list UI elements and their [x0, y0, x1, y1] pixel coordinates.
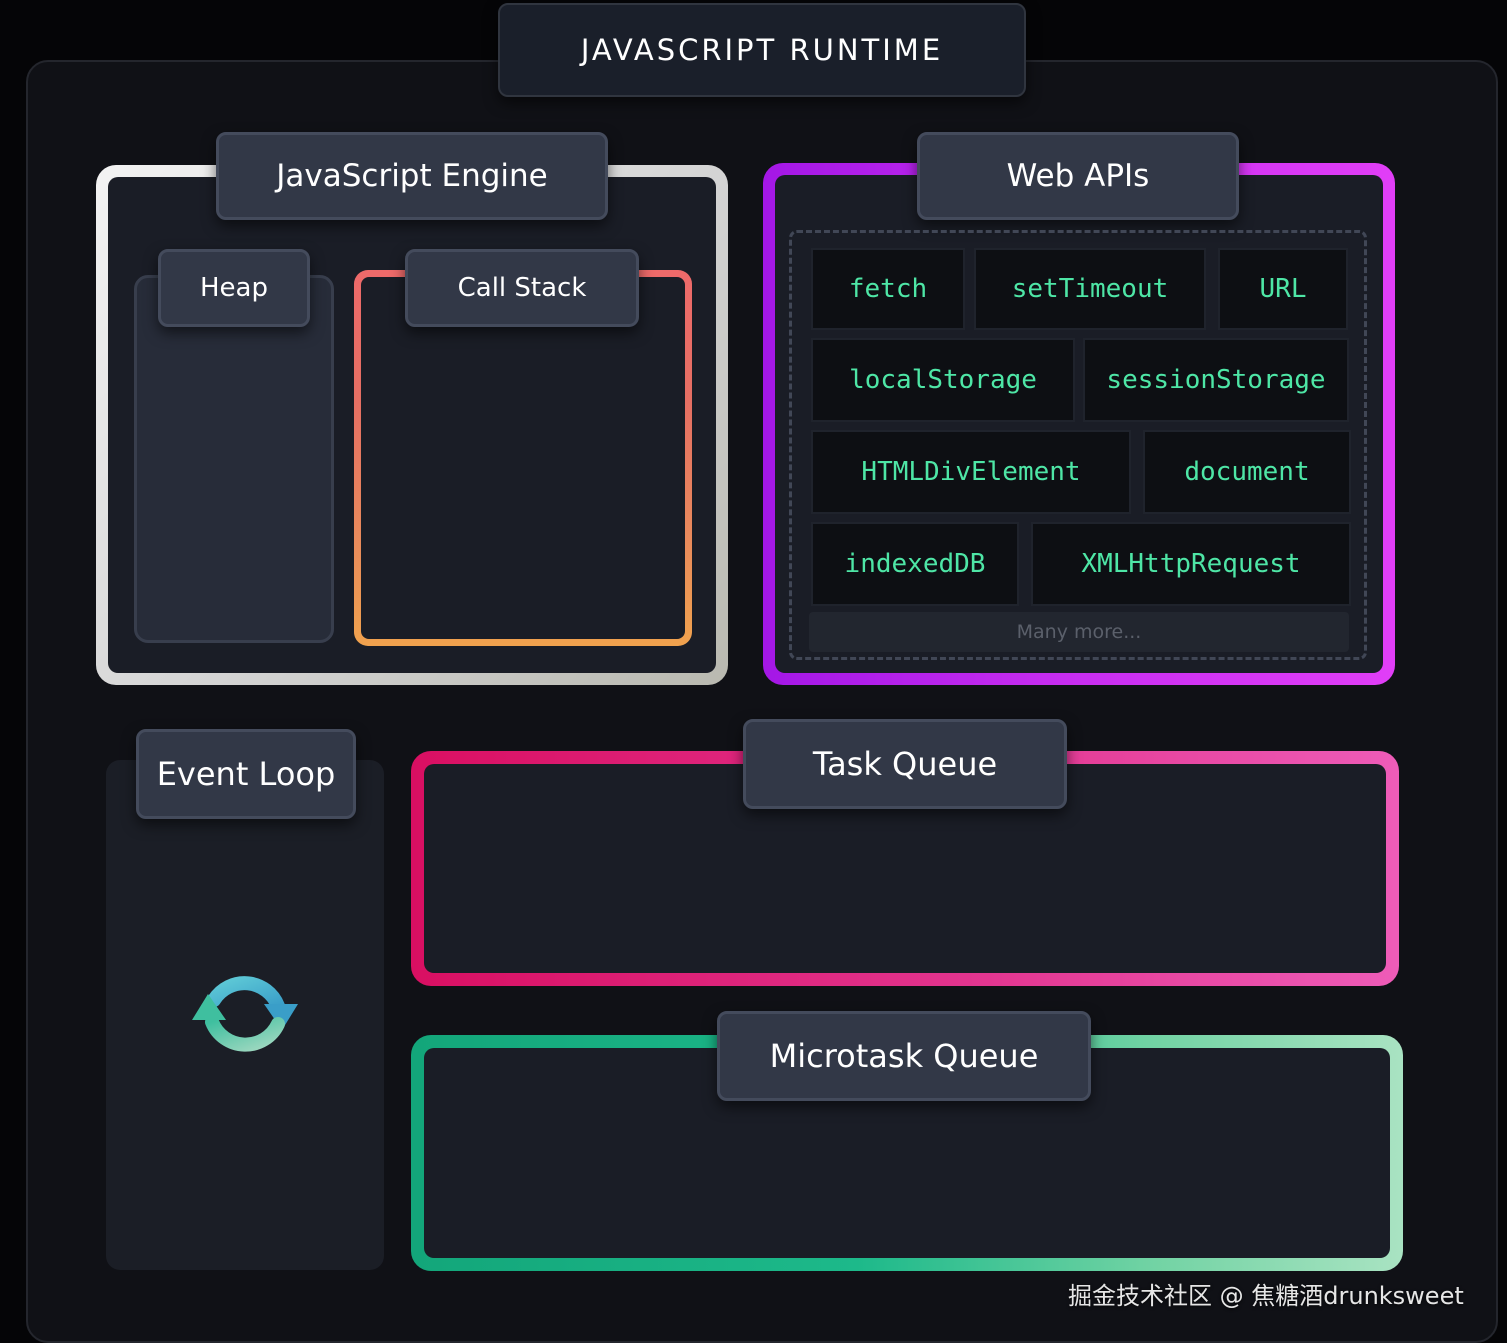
runtime-title: JAVASCRIPT RUNTIME — [498, 3, 1026, 97]
api-item-url: URL — [1218, 248, 1348, 330]
task-queue-title: Task Queue — [743, 719, 1067, 809]
web-apis-title: Web APIs — [917, 132, 1239, 220]
api-item-sessionstorage: sessionStorage — [1083, 338, 1349, 422]
api-item-settimeout: setTimeout — [974, 248, 1206, 330]
event-loop-title: Event Loop — [136, 729, 356, 819]
api-item-localstorage: localStorage — [811, 338, 1075, 422]
heap-panel — [134, 275, 334, 643]
api-item-indexeddb: indexedDB — [811, 522, 1019, 606]
call-stack-title: Call Stack — [405, 249, 639, 327]
javascript-engine-title: JavaScript Engine — [216, 132, 608, 220]
watermark: 掘金技术社区 @ 焦糖酒drunksweet — [1068, 1282, 1464, 1310]
heap-title: Heap — [158, 249, 310, 327]
refresh-cycle-icon — [186, 960, 304, 1070]
api-item-xmlhttprequest: XMLHttpRequest — [1031, 522, 1351, 606]
api-item-htmldivelement: HTMLDivElement — [811, 430, 1131, 514]
microtask-queue-title: Microtask Queue — [717, 1011, 1091, 1101]
many-more-label: Many more... — [809, 612, 1349, 652]
api-item-fetch: fetch — [811, 248, 965, 330]
api-item-document: document — [1143, 430, 1351, 514]
